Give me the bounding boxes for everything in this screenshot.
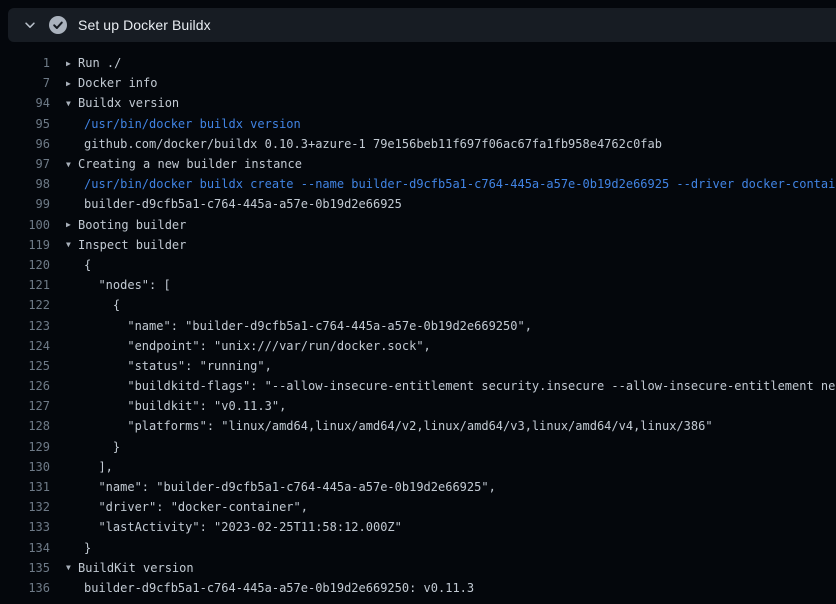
group-arrow-icon: ▼ — [66, 160, 78, 169]
line-number[interactable]: 119 — [0, 238, 50, 252]
log-line: 128 "platforms": "linux/amd64,linux/amd6… — [0, 416, 836, 436]
log-line: 132 "driver": "docker-container", — [0, 497, 836, 517]
log-line-text: "buildkitd-flags": "--allow-insecure-ent… — [84, 379, 836, 393]
line-number[interactable]: 136 — [0, 581, 50, 595]
log-lines: 1 ▶ Run ./ 7 ▶ Docker info 94 ▼ Buildx v… — [0, 42, 836, 598]
log-line-text: builder-d9cfb5a1-c764-445a-a57e-0b19d2e6… — [84, 197, 402, 211]
log-group-line[interactable]: 94 ▼ Buildx version — [0, 93, 836, 113]
line-number[interactable]: 96 — [0, 137, 50, 151]
line-number[interactable]: 135 — [0, 561, 50, 575]
line-number[interactable]: 127 — [0, 399, 50, 413]
log-line-text: } — [84, 541, 91, 555]
log-line: 121 "nodes": [ — [0, 275, 836, 295]
log-group-line[interactable]: 100 ▶ Booting builder — [0, 215, 836, 235]
log-group-line[interactable]: 135 ▼ BuildKit version — [0, 558, 836, 578]
log-line: 125 "status": "running", — [0, 356, 836, 376]
log-line: 134 } — [0, 538, 836, 558]
log-line-text: "lastActivity": "2023-02-25T11:58:12.000… — [84, 520, 402, 534]
log-line: 98 /usr/bin/docker buildx create --name … — [0, 174, 836, 194]
line-number[interactable]: 128 — [0, 419, 50, 433]
log-line: 99 builder-d9cfb5a1-c764-445a-a57e-0b19d… — [0, 194, 836, 214]
line-number[interactable]: 134 — [0, 541, 50, 555]
log-line-text: "nodes": [ — [84, 278, 171, 292]
check-circle-icon — [48, 15, 68, 35]
line-number[interactable]: 99 — [0, 197, 50, 211]
group-arrow-icon: ▶ — [66, 59, 78, 68]
log-group-line[interactable]: 119 ▼ Inspect builder — [0, 235, 836, 255]
log-line-text: /usr/bin/docker buildx create --name bui… — [84, 177, 836, 191]
log-line: 120 { — [0, 255, 836, 275]
group-arrow-icon: ▼ — [66, 563, 78, 572]
line-number[interactable]: 123 — [0, 319, 50, 333]
log-line: 131 "name": "builder-d9cfb5a1-c764-445a-… — [0, 477, 836, 497]
log-line-text: Docker info — [78, 76, 157, 90]
log-line-text: github.com/docker/buildx 0.10.3+azure-1 … — [84, 137, 662, 151]
line-number[interactable]: 94 — [0, 96, 50, 110]
log-line: 136 builder-d9cfb5a1-c764-445a-a57e-0b19… — [0, 578, 836, 598]
log-line-text: "status": "running", — [84, 359, 272, 373]
log-line-text: "platforms": "linux/amd64,linux/amd64/v2… — [84, 419, 713, 433]
log-line-text: "buildkit": "v0.11.3", — [84, 399, 286, 413]
line-number[interactable]: 121 — [0, 278, 50, 292]
chevron-down-icon[interactable] — [18, 13, 42, 37]
log-line: 122 { — [0, 295, 836, 315]
log-line-text: { — [84, 258, 91, 272]
line-number[interactable]: 126 — [0, 379, 50, 393]
log-line-text: /usr/bin/docker buildx version — [84, 117, 301, 131]
log-line: 96 github.com/docker/buildx 0.10.3+azure… — [0, 134, 836, 154]
log-line: 130 ], — [0, 457, 836, 477]
log-line-text: Creating a new builder instance — [78, 157, 302, 171]
line-number[interactable]: 131 — [0, 480, 50, 494]
log-line-text: "name": "builder-d9cfb5a1-c764-445a-a57e… — [84, 480, 496, 494]
line-number[interactable]: 129 — [0, 440, 50, 454]
log-line: 123 "name": "builder-d9cfb5a1-c764-445a-… — [0, 315, 836, 335]
line-number[interactable]: 7 — [0, 76, 50, 90]
log-line-text: Buildx version — [78, 96, 179, 110]
log-group-line[interactable]: 1 ▶ Run ./ — [0, 53, 836, 73]
log-line: 95 /usr/bin/docker buildx version — [0, 114, 836, 134]
log-line: 133 "lastActivity": "2023-02-25T11:58:12… — [0, 517, 836, 537]
log-line: 129 } — [0, 437, 836, 457]
log-line: 124 "endpoint": "unix:///var/run/docker.… — [0, 336, 836, 356]
log-line: 126 "buildkitd-flags": "--allow-insecure… — [0, 376, 836, 396]
log-line-text: "endpoint": "unix:///var/run/docker.sock… — [84, 339, 431, 353]
line-number[interactable]: 125 — [0, 359, 50, 373]
line-number[interactable]: 95 — [0, 117, 50, 131]
log-line-text: { — [84, 298, 120, 312]
log-line-text: ], — [84, 460, 113, 474]
group-arrow-icon: ▶ — [66, 220, 78, 229]
line-number[interactable]: 120 — [0, 258, 50, 272]
log-line-text: } — [84, 440, 120, 454]
log-line-text: "name": "builder-d9cfb5a1-c764-445a-a57e… — [84, 319, 532, 333]
step-title: Set up Docker Buildx — [78, 17, 211, 33]
line-number[interactable]: 100 — [0, 218, 50, 232]
group-arrow-icon: ▼ — [66, 240, 78, 249]
log-line-text: BuildKit version — [78, 561, 194, 575]
line-number[interactable]: 122 — [0, 298, 50, 312]
line-number[interactable]: 133 — [0, 520, 50, 534]
log-line-text: "driver": "docker-container", — [84, 500, 308, 514]
group-arrow-icon: ▼ — [66, 99, 78, 108]
log-group-line[interactable]: 7 ▶ Docker info — [0, 73, 836, 93]
line-number[interactable]: 97 — [0, 157, 50, 171]
log-line-text: Inspect builder — [78, 238, 186, 252]
line-number[interactable]: 1 — [0, 56, 50, 70]
log-group-line[interactable]: 97 ▼ Creating a new builder instance — [0, 154, 836, 174]
step-header[interactable]: Set up Docker Buildx — [8, 8, 836, 42]
log-line-text: Run ./ — [78, 56, 121, 70]
group-arrow-icon: ▶ — [66, 79, 78, 88]
line-number[interactable]: 130 — [0, 460, 50, 474]
line-number[interactable]: 132 — [0, 500, 50, 514]
log-line-text: Booting builder — [78, 218, 186, 232]
log-line: 127 "buildkit": "v0.11.3", — [0, 396, 836, 416]
line-number[interactable]: 98 — [0, 177, 50, 191]
line-number[interactable]: 124 — [0, 339, 50, 353]
log-line-text: builder-d9cfb5a1-c764-445a-a57e-0b19d2e6… — [84, 581, 474, 595]
